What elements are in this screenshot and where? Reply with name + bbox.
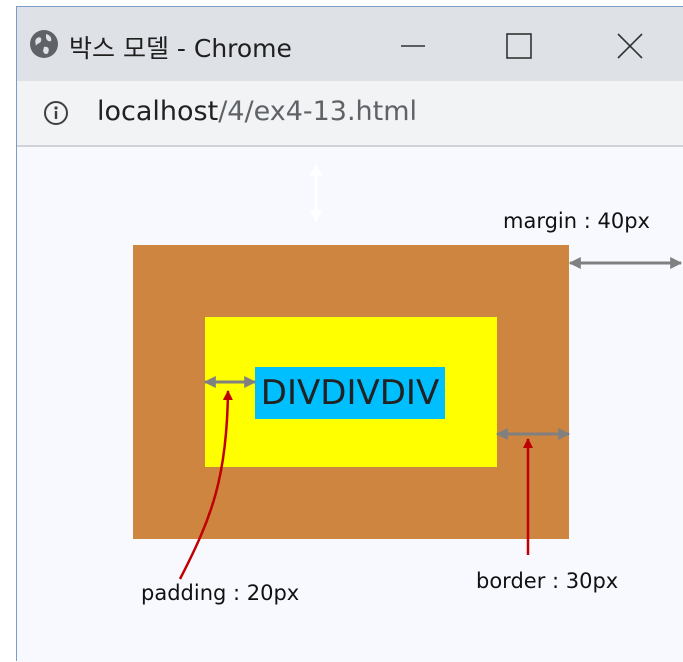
url-host: localhost: [97, 96, 219, 127]
page-content: DIVDIVDIV margin: 40px padding: 20px b…: [17, 147, 683, 662]
maximize-icon[interactable]: [499, 26, 539, 66]
url-text[interactable]: localhost/4/ex4-13.html: [97, 96, 417, 127]
info-icon[interactable]: [43, 100, 69, 126]
address-bar[interactable]: localhost/4/ex4-13.html: [17, 81, 683, 147]
border-label: border : 30px: [476, 569, 619, 593]
browser-window: 박스 모델 - Chrome localhost/4/ex4-13.html D…: [16, 6, 683, 662]
url-path: /4/ex4-13.html: [218, 96, 418, 127]
margin-label: margin : 40px: [503, 209, 650, 233]
window-title: 박스 모델 - Chrome: [69, 34, 292, 63]
minimize-icon[interactable]: [393, 26, 433, 66]
globe-icon: [30, 30, 58, 58]
padding-label: padding : 20px: [141, 581, 300, 605]
close-icon[interactable]: [610, 26, 650, 66]
padding-pointer: [178, 390, 233, 580]
title-bar[interactable]: 박스 모델 - Chrome: [17, 7, 683, 81]
